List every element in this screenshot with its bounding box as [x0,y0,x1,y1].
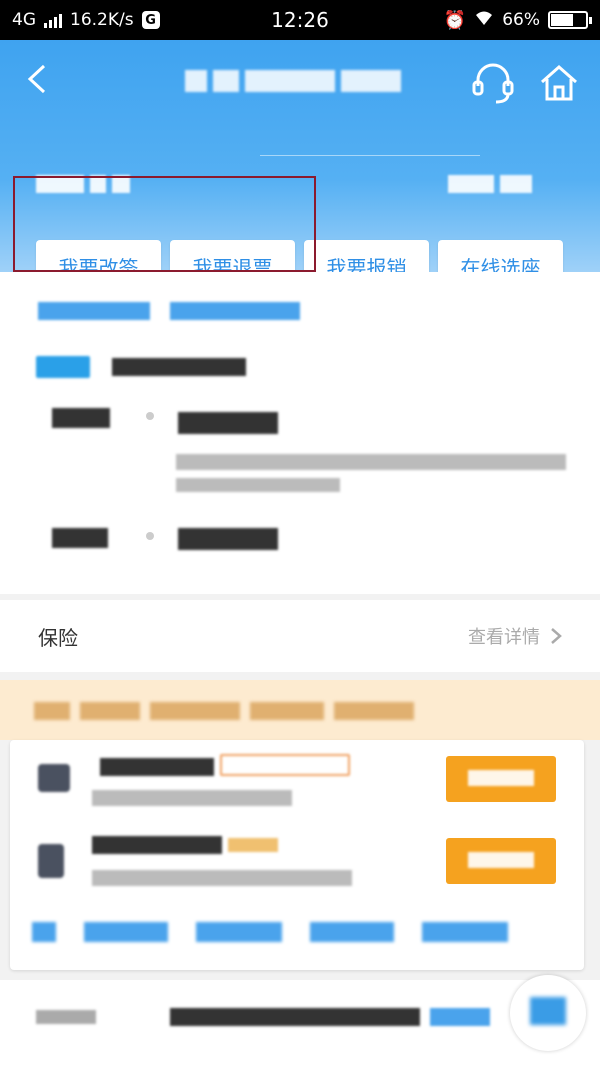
headset-support-icon[interactable] [470,60,516,106]
arrival-station [178,528,278,550]
page-title [185,68,410,94]
train-info-2 [176,478,340,492]
departure-time [52,408,110,428]
insurance-row[interactable]: 保险 查看详情 [0,600,600,672]
hotel-icon [38,764,70,792]
battery-percent: 66% [502,10,540,30]
battery-icon [548,11,592,29]
chevron-right-icon [551,628,562,644]
view-details-link[interactable]: 查看详情 [468,623,562,649]
offer-links[interactable] [32,922,508,942]
train-info [176,454,566,470]
arrival-time [52,528,108,548]
signal-icon [44,12,62,28]
offer-chip [220,754,350,776]
wifi-icon [474,10,494,31]
alarm-icon: ⏰ [443,9,467,31]
header-divider [260,155,480,156]
trip-links[interactable] [38,302,300,320]
offer-button-2[interactable] [446,838,556,884]
trip-date [112,358,246,376]
insurance-label: 保险 [38,625,78,650]
back-arrow-icon[interactable] [22,62,56,96]
home-icon[interactable] [538,62,580,104]
trip-card [0,272,600,594]
bottom-section [0,980,600,1065]
offer-desc-1 [92,790,292,806]
promo-banner [0,680,600,740]
status-bar: 4G 16.2K/s G 12:26 ⏰ 66% [0,0,600,40]
network-type: 4G [12,10,36,30]
offer-title-1 [100,758,214,776]
app-notification-icon: G [141,11,160,29]
floating-action-button[interactable] [510,975,586,1051]
car-icon [38,844,64,878]
offer-desc-2 [92,870,352,886]
departure-station [178,412,278,434]
offers-card [10,740,584,970]
trip-info-right [448,170,548,198]
network-speed: 16.2K/s [70,10,134,30]
offer-title-2 [92,836,222,854]
trip-tag [36,356,90,378]
highlight-box [13,176,316,272]
offer-badge-2 [228,838,278,852]
clock: 12:26 [271,8,329,32]
offer-button-1[interactable] [446,756,556,802]
